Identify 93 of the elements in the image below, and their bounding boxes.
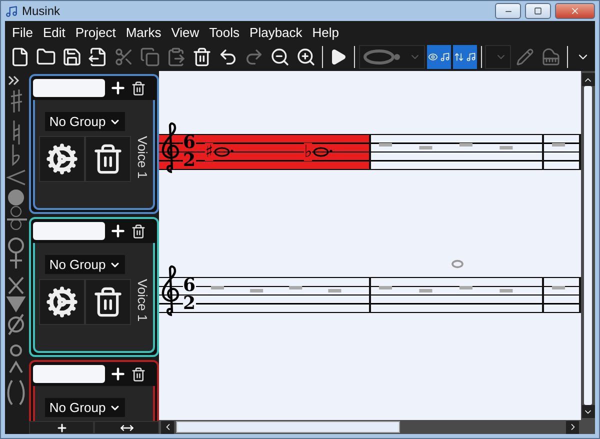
measure[interactable]: ♯ ♭ [203, 134, 371, 170]
accidental: ♯ [205, 143, 214, 161]
rest-icon [500, 289, 513, 292]
group-dropdown[interactable]: No Group [45, 398, 125, 417]
file-icon [10, 47, 30, 67]
settings-button[interactable] [39, 136, 85, 182]
group-dropdown[interactable]: No Group [45, 112, 125, 131]
rest-icon [459, 286, 472, 290]
add-icon[interactable] [109, 79, 127, 97]
paste-icon [166, 47, 186, 67]
group-dropdown[interactable]: No Group [45, 255, 125, 274]
rest-icon [459, 143, 472, 146]
music-note-icon [440, 50, 450, 64]
trash-icon [192, 47, 212, 67]
rest-icon [211, 286, 224, 290]
rest-icon [379, 286, 392, 290]
vertical-scrollbar[interactable] [581, 71, 595, 420]
trash-icon[interactable] [131, 80, 146, 96]
piano-icon [542, 48, 560, 66]
menu-item[interactable]: Project [70, 24, 121, 40]
copy-icon [140, 47, 160, 67]
scroll-left-button[interactable] [161, 420, 174, 434]
play-icon [329, 48, 348, 66]
whole-note-icon [313, 147, 334, 157]
add-icon[interactable] [109, 222, 127, 240]
pencil-icon [516, 48, 534, 66]
gear-icon [46, 285, 78, 319]
voice-name-field[interactable] [33, 222, 105, 240]
measure[interactable] [544, 134, 581, 170]
rest-icon [419, 289, 432, 292]
rest-icon [552, 143, 565, 146]
rest-icon [250, 289, 264, 292]
menu-item[interactable]: Edit [38, 24, 70, 40]
maximize-icon [534, 7, 542, 15]
voice-name-field[interactable] [33, 79, 105, 97]
menu-item[interactable]: File [7, 24, 38, 40]
close-button[interactable] [555, 3, 595, 19]
trash-icon[interactable] [131, 366, 146, 382]
scissors-icon [114, 47, 134, 67]
note-head-icon [362, 49, 403, 65]
minimize-button[interactable] [495, 3, 521, 19]
menu-item[interactable]: Marks [120, 24, 166, 40]
zoom-out-icon [270, 47, 290, 67]
measure[interactable] [203, 277, 371, 313]
scroll-up-button[interactable] [582, 73, 594, 86]
redo-icon [244, 47, 264, 67]
save-icon [62, 47, 82, 67]
maximize-button[interactable] [525, 3, 551, 19]
settings-button[interactable] [39, 279, 85, 325]
horizontal-scrollbar[interactable] [159, 420, 595, 434]
voice-name-field[interactable] [33, 365, 105, 383]
measure[interactable] [544, 277, 581, 313]
rest-icon [500, 146, 513, 150]
music-note-icon [466, 50, 476, 64]
menu-item[interactable]: Tools [204, 24, 245, 40]
delete-button[interactable] [85, 279, 131, 325]
rest-icon [328, 289, 342, 292]
view-toggle-button[interactable] [452, 45, 477, 69]
gear-icon [46, 142, 78, 176]
rest-icon [379, 143, 392, 146]
whole-note-icon [214, 147, 234, 157]
plus-icon [56, 422, 68, 434]
time-signature-bottom: 2 [183, 153, 196, 169]
resize-button[interactable] [94, 421, 159, 434]
scroll-down-button[interactable] [582, 405, 594, 418]
close-icon [570, 6, 580, 16]
export-icon [88, 47, 108, 67]
view-toggle-button[interactable] [426, 45, 451, 69]
voice-label: Voice 1 [135, 279, 150, 324]
trash-icon [92, 285, 124, 319]
menu-item[interactable]: View [166, 24, 204, 40]
undo-icon [218, 47, 238, 67]
trash-icon [92, 142, 124, 176]
time-signature-top: 6 [183, 135, 196, 151]
rest-icon [419, 146, 432, 150]
zoom-in-icon [296, 47, 316, 67]
scroll-right-button[interactable] [566, 420, 579, 434]
trash-icon[interactable] [131, 224, 146, 238]
time-signature-bottom: 2 [183, 296, 196, 312]
add-icon[interactable] [109, 365, 127, 383]
folder-icon [36, 47, 56, 67]
voice-label: Voice 1 [135, 136, 150, 181]
window-title: Musink [22, 4, 62, 18]
menu-item[interactable]: Help [307, 24, 344, 40]
time-signature-top: 6 [183, 278, 196, 294]
menu-item[interactable]: Playback [244, 24, 308, 40]
rest-icon [552, 286, 565, 290]
delete-button[interactable] [85, 136, 131, 182]
accidental: ♭ [304, 143, 312, 161]
rest-icon [289, 286, 302, 290]
add-voice-button[interactable] [29, 421, 94, 434]
measure[interactable] [371, 134, 544, 170]
app-logo-icon [5, 4, 18, 18]
